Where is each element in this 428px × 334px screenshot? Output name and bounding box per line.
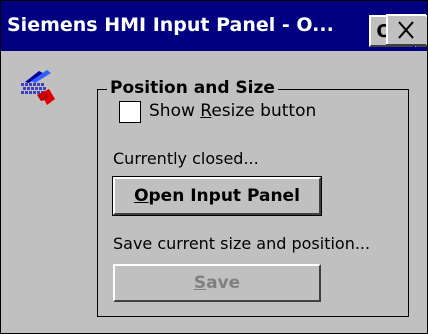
status-text: Currently closed... [113,149,259,168]
group-title: Position and Size [107,78,278,98]
show-resize-checkbox[interactable] [119,101,141,123]
keyboard-pen-icon [21,70,55,105]
open-input-panel-button[interactable]: Open Input Panel [112,176,322,216]
title-bar: Siemens HMI Input Panel - O... [1,1,427,51]
save-hint-text: Save current size and position... [113,234,371,253]
window-title: Siemens HMI Input Panel - O... [7,14,334,36]
dialog-window: Siemens HMI Input Panel - O... OK Positi… [0,0,428,334]
save-button[interactable]: Save [113,264,321,302]
show-resize-label[interactable]: Show Resize button [149,101,316,121]
close-icon[interactable] [386,14,426,46]
